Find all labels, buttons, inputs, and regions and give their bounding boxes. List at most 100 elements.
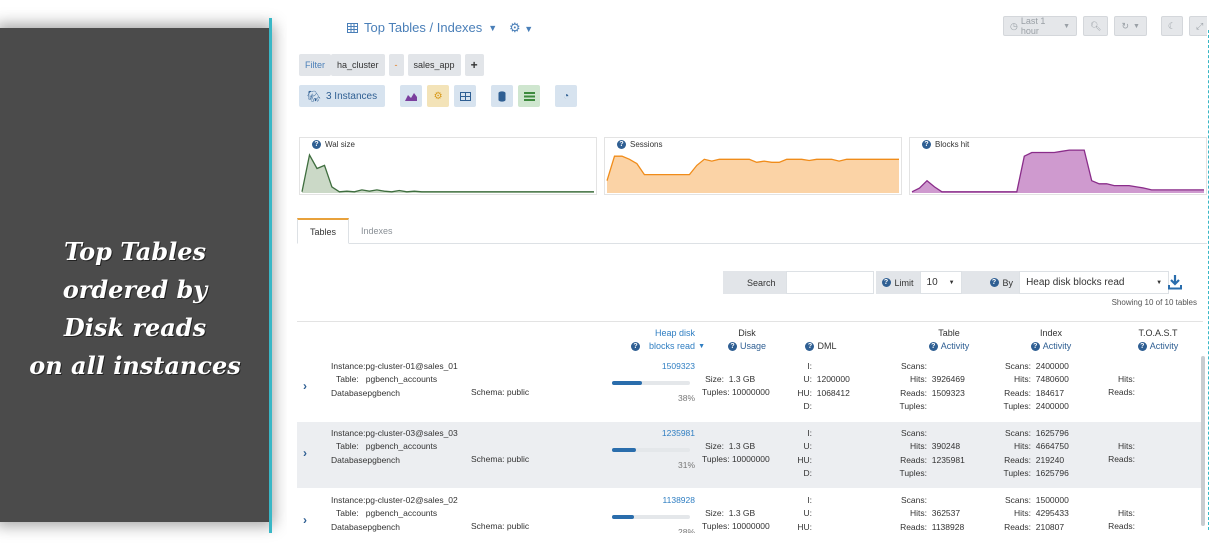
- toast-activity-cell: Hits: Reads:: [1105, 373, 1135, 400]
- help-icon: ?: [922, 140, 931, 149]
- filter-operator[interactable]: -: [388, 54, 404, 76]
- tab-indexes[interactable]: Indexes: [349, 218, 405, 244]
- grid-view-button[interactable]: [454, 85, 477, 107]
- table-row[interactable]: › Instance:pg-cluster-01@sales_01 Table: p…: [297, 355, 1203, 421]
- table-controls: Search ? Limit 10 ▼ ? By Heap disk blocks r…: [723, 271, 1170, 294]
- column-header-table: Table ? Activity: [919, 327, 979, 353]
- help-icon: ?: [617, 140, 626, 149]
- filter-field[interactable]: ha_cluster: [331, 54, 385, 76]
- toast-activity-cell: Hits: Reads:: [1105, 507, 1135, 533]
- caption-text: Top Tables ordered by Disk reads on all …: [0, 233, 270, 385]
- tab-bar: Tables Indexes: [297, 218, 1207, 244]
- caption-line: Disk reads: [63, 313, 207, 342]
- chart-title: ? Blocks hit: [922, 140, 969, 149]
- border-line-right: [1208, 30, 1209, 530]
- reads-label: Reads:: [900, 387, 927, 398]
- zoom-button[interactable]: 🔍︎: [1083, 16, 1109, 36]
- database-value: pgbench: [367, 387, 401, 398]
- reads-label: Reads:: [900, 521, 927, 532]
- database-value: pgbench: [367, 521, 401, 532]
- settings-panel-button[interactable]: ⚙: [427, 85, 450, 107]
- heap-reads-value[interactable]: 1509323: [655, 360, 695, 373]
- database-label: Database: [331, 454, 368, 465]
- expand-chevron-icon[interactable]: ›: [303, 446, 307, 460]
- table-header-text: Table: [938, 328, 960, 338]
- table-row[interactable]: › Instance:pg-cluster-02@sales_02 Table: p…: [297, 489, 1203, 533]
- list-view-button[interactable]: [518, 85, 541, 107]
- table-hits-value: 362537: [931, 508, 961, 519]
- index-reads-value: 184617: [1035, 387, 1065, 398]
- blocks-hit-title: Blocks hit: [935, 140, 970, 149]
- row-identity: Instance:pg-cluster-01@sales_01 Table: pg…: [331, 360, 458, 400]
- instances-button[interactable]: 🐘︎ 3 Instances: [299, 85, 386, 107]
- table-row[interactable]: › Instance:pg-cluster-03@sales_03 Table: p…: [297, 422, 1203, 488]
- help-icon: ?: [631, 342, 641, 351]
- limit-value: 10: [926, 277, 938, 288]
- update-value: 1200000: [816, 374, 850, 385]
- expand-chevron-icon[interactable]: ›: [303, 379, 307, 393]
- heap-reads-bar-fill: [612, 448, 637, 452]
- heap-sub-text: blocks read: [649, 341, 696, 351]
- insert-label: I:: [807, 495, 812, 505]
- caret-down-icon: ▼: [488, 22, 498, 33]
- index-hits-value: 4295433: [1035, 508, 1069, 519]
- table-value: pgbench_accounts: [365, 508, 438, 519]
- filter-label: Filter: [299, 54, 331, 76]
- caret-down-icon: ▼: [1063, 22, 1070, 30]
- blocks-hit-chart: ? Blocks hit: [909, 137, 1207, 195]
- hits-label: Hits:: [1014, 374, 1031, 385]
- search-input[interactable]: [785, 271, 874, 294]
- column-header-heap[interactable]: Heap disk ? blocks read ▼: [615, 327, 705, 353]
- instance-value: pg-cluster-02@sales_02: [365, 495, 458, 505]
- table-header-sub: ? Activity: [919, 340, 979, 353]
- index-sub-text: Activity: [1042, 341, 1072, 351]
- caret-down-icon: ▼: [1132, 22, 1140, 30]
- download-icon[interactable]: [1168, 274, 1182, 290]
- theme-toggle[interactable]: ☾: [1160, 16, 1183, 36]
- delete-label: D:: [803, 400, 813, 411]
- limit-select[interactable]: 10 ▼: [919, 271, 962, 294]
- list-icon: [523, 91, 535, 101]
- heap-reads-value[interactable]: 1235981: [655, 427, 695, 440]
- instance-value: pg-cluster-01@sales_01: [365, 361, 458, 371]
- hits-label: Hits:: [1118, 374, 1135, 384]
- tuples-value: 10000000: [731, 454, 770, 465]
- fullscreen-button[interactable]: ⤢: [1189, 16, 1207, 36]
- series-area: [302, 155, 594, 193]
- refresh-dropdown[interactable]: ↻ ▼: [1114, 16, 1147, 36]
- dml-text: DML: [817, 341, 837, 351]
- reads-label: Reads:: [1108, 387, 1135, 398]
- add-filter-button[interactable]: +: [464, 54, 484, 76]
- delete-label: D:: [803, 467, 813, 478]
- hits-label: Hits:: [1014, 508, 1031, 519]
- heap-reads-bar: [612, 381, 690, 385]
- hits-label: Hits:: [1014, 441, 1031, 452]
- area-chart-button[interactable]: [400, 85, 423, 107]
- instance-label: Instance:: [331, 428, 366, 438]
- table-hits-value: 390248: [931, 441, 961, 452]
- schema-label: Schema:: [471, 454, 505, 464]
- index-tuples-value: 1625796: [1035, 467, 1069, 478]
- time-range-picker[interactable]: ◷ Last 1 hour ▼: [1003, 16, 1077, 36]
- database-button[interactable]: [491, 85, 514, 107]
- order-by-value: Heap disk blocks read: [1026, 277, 1125, 288]
- dashboard-gauge-button[interactable]: ◔: [555, 85, 578, 107]
- filter-value[interactable]: sales_app: [407, 54, 461, 76]
- help-icon: ?: [928, 342, 938, 351]
- table-reads-value: 1138928: [931, 521, 965, 532]
- chart-title: ? Wal size: [312, 140, 355, 149]
- expand-chevron-icon[interactable]: ›: [303, 513, 307, 527]
- table-reads-value: 1509323: [931, 387, 965, 398]
- index-hits-value: 4664750: [1035, 441, 1069, 452]
- index-activity-cell: Scans: 1500000 Hits: 4295433 Reads: 210807…: [1001, 494, 1069, 533]
- tab-tables[interactable]: Tables: [297, 218, 350, 244]
- table-scrollbar[interactable]: [1201, 356, 1205, 526]
- order-by-select[interactable]: Heap disk blocks read ▼: [1019, 271, 1170, 294]
- column-header-index: Index ? Activity: [1021, 327, 1081, 353]
- schema-value: public: [506, 387, 530, 397]
- heap-reads-value[interactable]: 1138928: [655, 494, 695, 507]
- instance-label: Instance:: [331, 495, 366, 505]
- hits-label: Hits:: [1118, 441, 1135, 451]
- dashboard-title-dropdown[interactable]: Top Tables / Indexes ▼: [347, 20, 497, 35]
- settings-dropdown[interactable]: ⚙ ▼: [509, 20, 533, 36]
